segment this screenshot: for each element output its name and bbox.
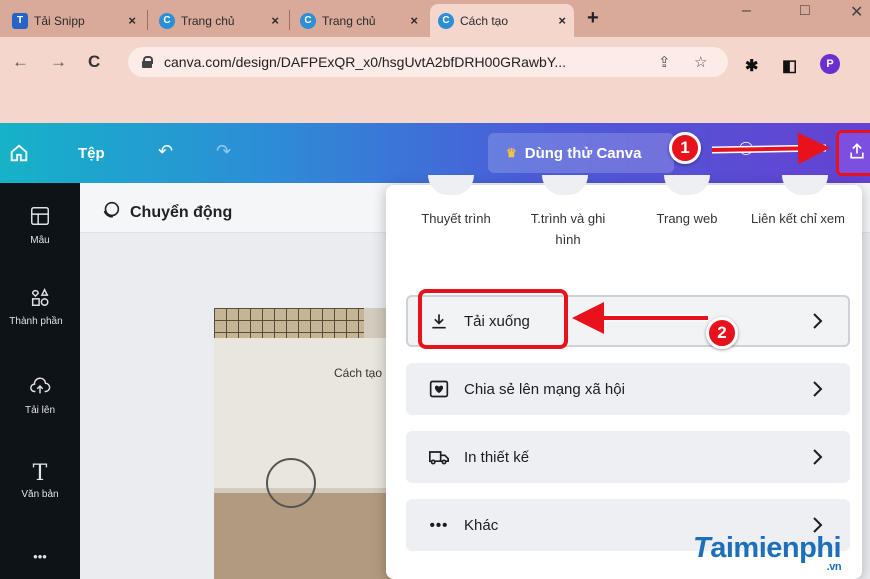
step-2-badge: 2 (706, 317, 738, 349)
download-highlight-outline (418, 289, 568, 349)
address-bar-row: ← → C canva.com/design/DAFPExQR_x0/hsgUv… (0, 37, 870, 87)
back-arrow-icon[interactable]: ← (12, 52, 29, 72)
watermark-logo-t: T (693, 532, 711, 564)
heart-icon (428, 378, 450, 400)
close-icon[interactable]: × (128, 13, 136, 28)
animation-label: Chuyển động (130, 203, 233, 221)
taimienphi-watermark: Taimienphi .vn (693, 532, 842, 573)
canva-icon: C (159, 12, 175, 29)
canva-top-bar: Tệp ↶ ↷ ♛ Dùng thử Canva ⚇ (0, 123, 870, 183)
chevron-right-icon (810, 447, 824, 471)
tab-title: Cách tạo (460, 13, 509, 28)
crown-icon: ♛ (506, 146, 517, 160)
sidebar-more-button[interactable]: ••• (0, 549, 80, 564)
more-dots-icon: ••• (429, 516, 449, 534)
left-sidebar: Mẫu Thành phần Tải lên T Văn bản ••• (0, 183, 80, 579)
option-icon-placeholder (664, 175, 710, 195)
trial-label: Dùng thử Canva (524, 144, 642, 162)
elements-icon (0, 286, 80, 313)
menu-item-label: Khác (464, 516, 499, 534)
canva-icon: C (438, 12, 454, 29)
tab-title: Trang chủ (181, 13, 235, 28)
watermark-suffix: .vn (826, 561, 842, 573)
share-dropdown-menu: Thuyết trình T.trình và ghi hình Trang w… (386, 175, 862, 579)
menu-item-label: In thiết kế (464, 448, 530, 466)
template-icon (0, 205, 80, 232)
new-tab-icon[interactable]: + (587, 7, 599, 30)
browser-tab[interactable]: C Trang chủ × (151, 4, 287, 37)
reload-icon[interactable]: C (88, 52, 100, 72)
lock-icon (142, 56, 153, 68)
text-icon: T (32, 461, 48, 486)
try-canva-pro-button[interactable]: ♛ Dùng thử Canva (488, 133, 674, 173)
option-icon-placeholder (428, 175, 474, 195)
bookmark-star-icon[interactable]: ☆ (694, 53, 707, 71)
tab-title: Trang chủ (322, 13, 376, 28)
forward-arrow-icon[interactable]: → (50, 52, 67, 72)
undo-icon[interactable]: ↶ (158, 141, 173, 162)
close-icon[interactable]: × (271, 13, 279, 28)
people-icon[interactable]: ⚇ (738, 139, 754, 160)
taimienphi-icon: T (12, 12, 28, 29)
postmark-stamp-decoration (266, 458, 316, 508)
home-icon[interactable] (8, 142, 30, 169)
menu-item-label: Chia sẻ lên mạng xã hội (464, 380, 625, 398)
close-icon[interactable]: × (558, 13, 566, 28)
sidebar-item-text[interactable]: T Văn bản (0, 461, 80, 500)
tab-divider (147, 10, 148, 30)
chevron-right-icon (810, 379, 824, 403)
sidebar-item-label: Thành phần (9, 316, 63, 327)
browser-tab[interactable]: C Trang chủ × (292, 4, 426, 37)
file-menu-button[interactable]: Tệp (78, 145, 105, 162)
print-design-menu-item[interactable]: In thiết kế (406, 431, 850, 483)
upload-icon (847, 141, 867, 166)
sidebar-item-elements[interactable]: Thành phần (0, 286, 80, 327)
chevron-right-icon (810, 311, 824, 335)
animate-button[interactable]: Chuyển động (100, 199, 232, 226)
share-options-row: Thuyết trình T.trình và ghi hình Trang w… (386, 175, 862, 270)
option-present[interactable]: Thuyết trình (406, 208, 506, 229)
option-icon-placeholder (782, 175, 828, 195)
browser-tab-active[interactable]: C Cách tạo × (430, 4, 574, 37)
sidebar-item-label: Văn bản (21, 489, 59, 500)
option-present-record[interactable]: T.trình và ghi hình (518, 208, 618, 250)
close-icon[interactable]: × (410, 13, 418, 28)
step-1-badge: 1 (669, 132, 701, 164)
option-icon-placeholder (542, 175, 588, 195)
option-view-only-link[interactable]: Liên kết chỉ xem (744, 208, 852, 229)
tab-title: Tải Snipp (34, 13, 85, 28)
canva-icon: C (300, 12, 316, 29)
social-share-menu-item[interactable]: Chia sẻ lên mạng xã hội (406, 363, 850, 415)
browser-blank-strip (0, 87, 870, 123)
share-page-icon[interactable]: ⇪ (658, 53, 671, 71)
url-text: canva.com/design/DAFPExQR_x0/hsgUvtA2bfD… (164, 54, 567, 70)
extensions-icon[interactable]: ✱ (745, 56, 758, 76)
sidebar-item-label: Mẫu (30, 235, 50, 246)
minimize-icon[interactable]: – (742, 2, 751, 20)
profile-avatar[interactable]: P (820, 54, 840, 74)
watermark-text: aimienphi (710, 532, 842, 564)
animation-icon (100, 199, 122, 226)
page-title-text[interactable]: Cách tạo (334, 366, 382, 380)
redo-icon[interactable]: ↷ (216, 141, 231, 162)
window-close-icon[interactable]: ✕ (850, 2, 863, 22)
truck-icon (428, 446, 450, 468)
sidebar-item-uploads[interactable]: Tải lên (0, 375, 80, 416)
sidebar-item-templates[interactable]: Mẫu (0, 205, 80, 246)
browser-tab-bar: T Tải Snipp × C Trang chủ × C Trang chủ … (0, 0, 870, 37)
sidebar-item-label: Tải lên (24, 405, 55, 416)
share-upload-button[interactable] (836, 130, 870, 176)
option-website[interactable]: Trang web (642, 208, 732, 229)
url-field[interactable]: canva.com/design/DAFPExQR_x0/hsgUvtA2bfD… (128, 47, 728, 77)
upload-cloud-icon (0, 375, 80, 402)
side-panel-icon[interactable]: ◧ (782, 56, 797, 76)
maximize-icon[interactable]: □ (800, 2, 810, 20)
browser-tab[interactable]: T Tải Snipp × (4, 4, 144, 37)
tab-divider (289, 10, 290, 30)
